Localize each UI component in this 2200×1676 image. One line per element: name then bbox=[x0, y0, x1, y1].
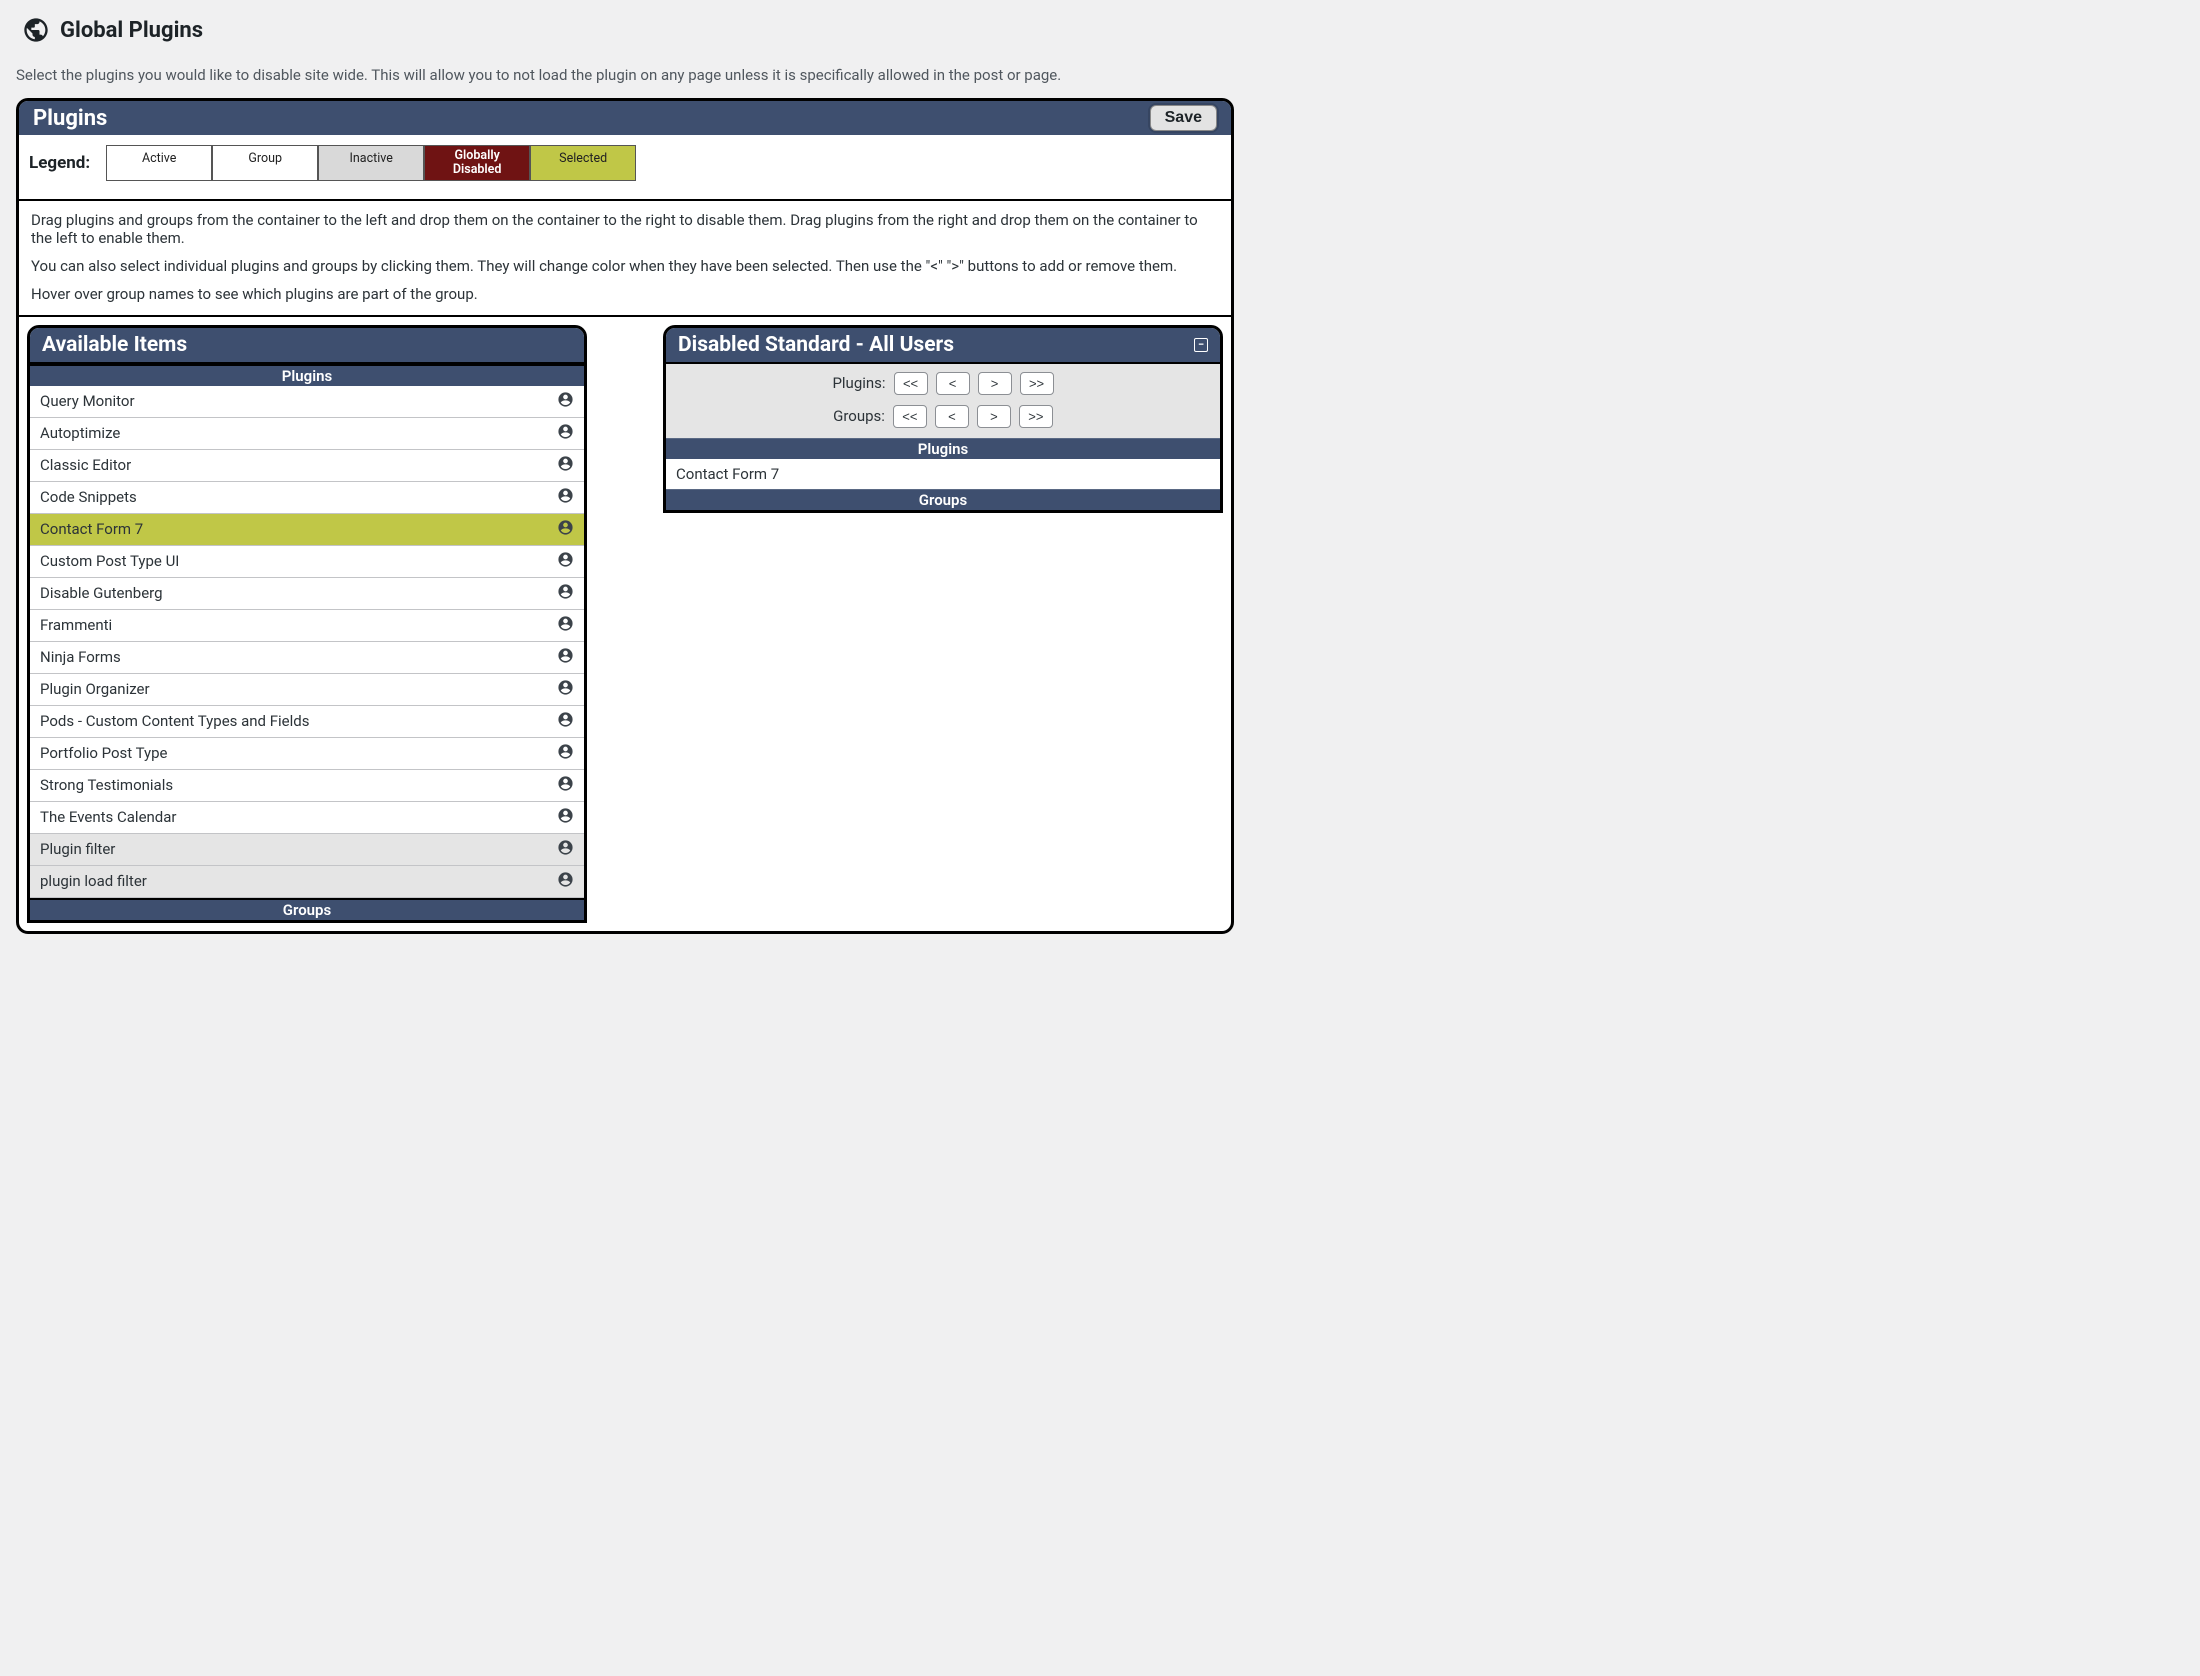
disabled-box: Disabled Standard - All Users − Plugins:… bbox=[663, 325, 1223, 513]
plugin-label: Custom Post Type UI bbox=[40, 552, 179, 570]
user-icon[interactable] bbox=[557, 647, 574, 668]
plugin-row[interactable]: Disable Gutenberg bbox=[30, 578, 584, 610]
plugin-label: Contact Form 7 bbox=[676, 465, 779, 483]
plugin-label: Portfolio Post Type bbox=[40, 744, 168, 762]
available-groups-heading: Groups bbox=[30, 898, 584, 920]
user-icon[interactable] bbox=[557, 775, 574, 796]
plugin-row[interactable]: Plugin filter bbox=[30, 834, 584, 866]
page-title: Global Plugins bbox=[60, 18, 203, 43]
user-icon[interactable] bbox=[557, 839, 574, 860]
legend-active: Active bbox=[106, 145, 212, 181]
plugins-move-right-button[interactable]: > bbox=[978, 372, 1012, 395]
plugin-label: Code Snippets bbox=[40, 488, 137, 506]
user-icon[interactable] bbox=[557, 679, 574, 700]
plugins-move-all-left-button[interactable]: << bbox=[894, 372, 928, 395]
plugin-row[interactable]: Contact Form 7 bbox=[666, 459, 1220, 489]
plugins-move-left-button[interactable]: < bbox=[936, 372, 970, 395]
plugin-row[interactable]: Pods - Custom Content Types and Fields bbox=[30, 706, 584, 738]
user-icon[interactable] bbox=[557, 711, 574, 732]
user-icon[interactable] bbox=[557, 455, 574, 476]
plugin-label: Contact Form 7 bbox=[40, 520, 143, 538]
plugin-row[interactable]: Code Snippets bbox=[30, 482, 584, 514]
plugin-label: Plugin Organizer bbox=[40, 680, 150, 698]
plugin-label: Autoptimize bbox=[40, 424, 120, 442]
disabled-list: Contact Form 7 bbox=[666, 459, 1220, 489]
available-plugins-heading: Plugins bbox=[30, 364, 584, 386]
user-icon[interactable] bbox=[557, 583, 574, 604]
groups-move-left-button[interactable]: < bbox=[935, 405, 969, 428]
save-button[interactable]: Save bbox=[1150, 105, 1217, 131]
groups-move-all-left-button[interactable]: << bbox=[893, 405, 927, 428]
legend-group: Group bbox=[212, 145, 318, 181]
plugin-label: Disable Gutenberg bbox=[40, 584, 163, 602]
user-icon[interactable] bbox=[557, 487, 574, 508]
plugins-transfer-label: Plugins: bbox=[832, 374, 885, 392]
globe-icon bbox=[22, 16, 50, 44]
user-icon[interactable] bbox=[557, 391, 574, 412]
user-icon[interactable] bbox=[557, 807, 574, 828]
plugin-row[interactable]: The Events Calendar bbox=[30, 802, 584, 834]
disabled-plugins-heading: Plugins bbox=[666, 438, 1220, 459]
plugin-label: Strong Testimonials bbox=[40, 776, 173, 794]
plugin-row[interactable]: Strong Testimonials bbox=[30, 770, 584, 802]
plugin-row[interactable]: Classic Editor bbox=[30, 450, 584, 482]
available-box: Available Items Plugins Query Monitor Aut… bbox=[27, 325, 587, 923]
legend-label: Legend: bbox=[29, 153, 90, 173]
disabled-groups-heading: Groups bbox=[666, 489, 1220, 510]
plugins-panel: Plugins Save Legend: Active Group Inacti… bbox=[16, 98, 1234, 934]
available-list: Query Monitor Autoptimize Classic Editor Co… bbox=[30, 386, 584, 898]
transfer-controls: Plugins: << < > >> Groups: << < > >> bbox=[666, 364, 1220, 438]
plugin-label: Ninja Forms bbox=[40, 648, 121, 666]
plugin-row[interactable]: Custom Post Type UI bbox=[30, 546, 584, 578]
available-title: Available Items bbox=[42, 333, 187, 357]
instructions-p2: You can also select individual plugins a… bbox=[31, 257, 1219, 275]
legend: Active Group Inactive Globally Disabled … bbox=[106, 145, 636, 181]
plugin-label: Pods - Custom Content Types and Fields bbox=[40, 712, 309, 730]
plugins-move-all-right-button[interactable]: >> bbox=[1020, 372, 1054, 395]
plugin-row[interactable]: Frammenti bbox=[30, 610, 584, 642]
user-icon[interactable] bbox=[557, 423, 574, 444]
user-icon[interactable] bbox=[557, 743, 574, 764]
collapse-icon[interactable]: − bbox=[1194, 338, 1208, 352]
plugin-row[interactable]: Autoptimize bbox=[30, 418, 584, 450]
user-icon[interactable] bbox=[557, 519, 574, 540]
user-icon[interactable] bbox=[557, 615, 574, 636]
plugin-label: Plugin filter bbox=[40, 840, 115, 858]
legend-selected: Selected bbox=[530, 145, 636, 181]
user-icon[interactable] bbox=[557, 871, 574, 892]
plugin-label: plugin load filter bbox=[40, 872, 147, 890]
page-intro: Select the plugins you would like to dis… bbox=[16, 66, 1234, 84]
plugin-row[interactable]: Contact Form 7 bbox=[30, 514, 584, 546]
plugin-row[interactable]: Query Monitor bbox=[30, 386, 584, 418]
plugin-label: Frammenti bbox=[40, 616, 112, 634]
instructions-p3: Hover over group names to see which plug… bbox=[31, 285, 1219, 303]
plugin-row[interactable]: Plugin Organizer bbox=[30, 674, 584, 706]
legend-inactive: Inactive bbox=[318, 145, 424, 181]
user-icon[interactable] bbox=[557, 551, 574, 572]
legend-disabled: Globally Disabled bbox=[424, 145, 530, 181]
plugin-label: Query Monitor bbox=[40, 392, 135, 410]
plugin-row[interactable]: Ninja Forms bbox=[30, 642, 584, 674]
instructions: Drag plugins and groups from the contain… bbox=[19, 201, 1231, 317]
instructions-p1: Drag plugins and groups from the contain… bbox=[31, 211, 1219, 247]
groups-transfer-label: Groups: bbox=[833, 407, 885, 425]
plugin-label: The Events Calendar bbox=[40, 808, 177, 826]
groups-move-right-button[interactable]: > bbox=[977, 405, 1011, 428]
plugin-row[interactable]: plugin load filter bbox=[30, 866, 584, 898]
disabled-title: Disabled Standard - All Users bbox=[678, 333, 954, 357]
groups-move-all-right-button[interactable]: >> bbox=[1019, 405, 1053, 428]
plugin-row[interactable]: Portfolio Post Type bbox=[30, 738, 584, 770]
plugin-label: Classic Editor bbox=[40, 456, 131, 474]
panel-title: Plugins bbox=[33, 106, 107, 131]
